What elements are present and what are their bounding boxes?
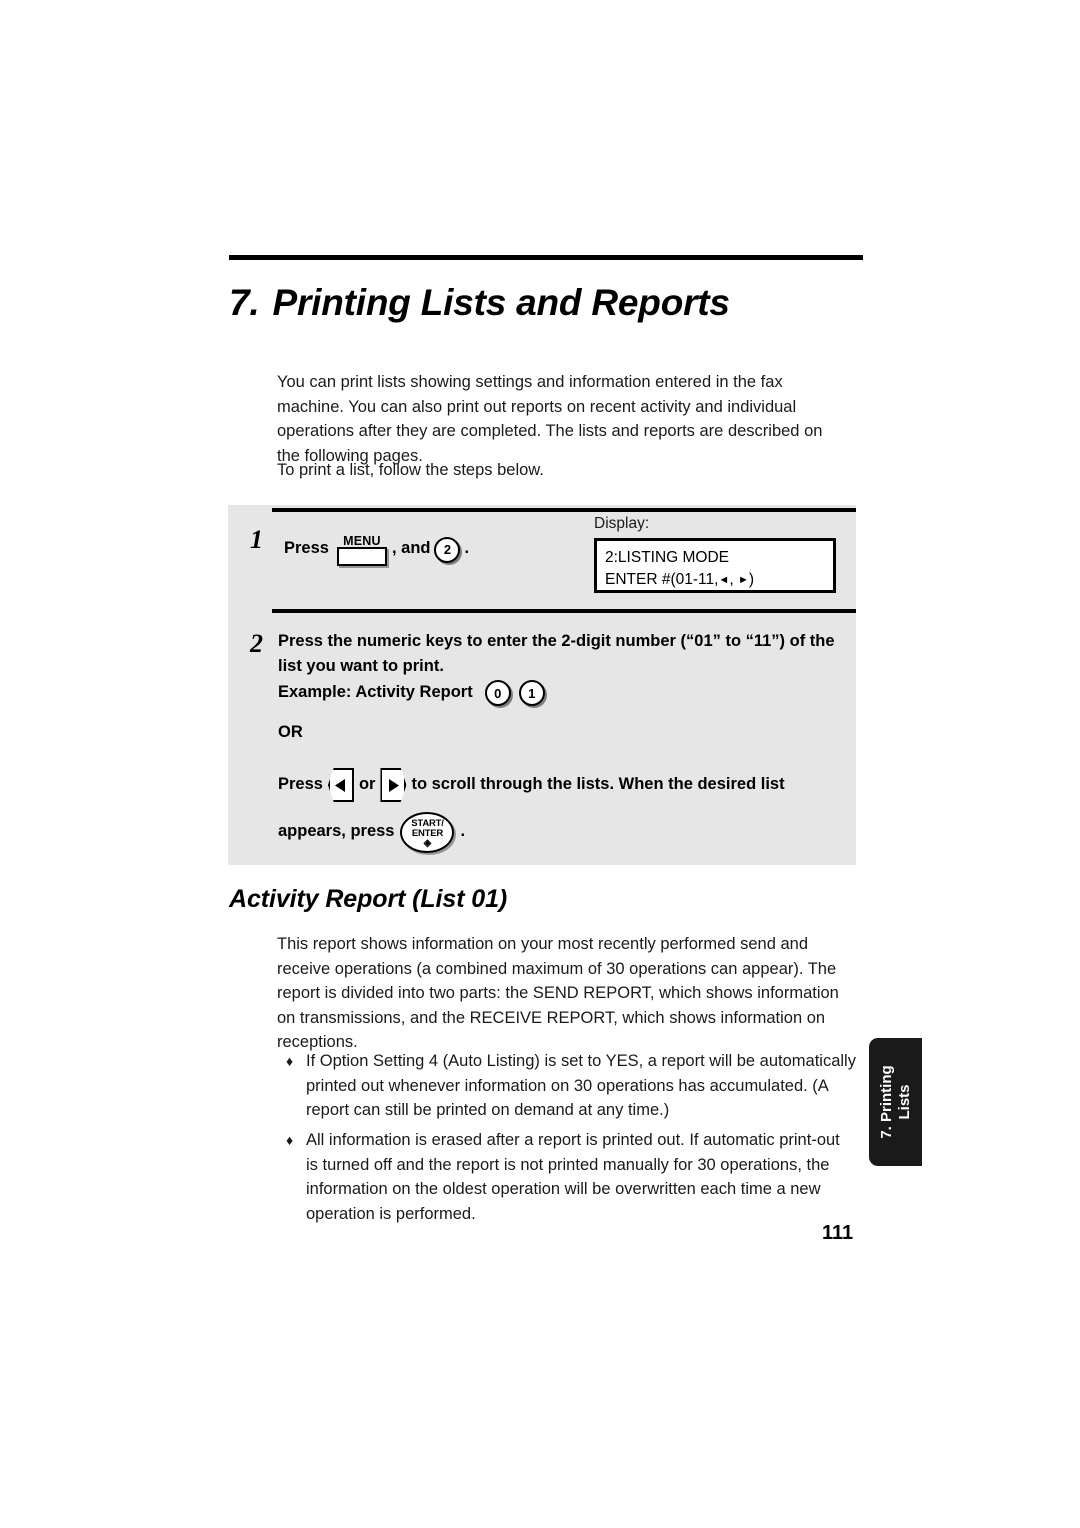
start-enter-key-icon[interactable]: START/ ENTER ◈ [400, 812, 455, 853]
step-2-or-label: OR [278, 723, 303, 741]
step-2-example-label: Example: Activity Report [278, 682, 473, 701]
step-1-instruction: Press MENU , and 2 . [284, 533, 614, 566]
start-diamond-icon: ◈ [423, 837, 432, 849]
display-line-1: 2:LISTING MODE [605, 549, 730, 566]
start-enter-key-line-1: START/ [411, 817, 444, 829]
chapter-side-tab: 7. Printing Lists [869, 1038, 922, 1166]
page-title: 7. Printing Lists and Reports [229, 282, 730, 324]
intro-paragraph-2: To print a list, follow the steps below. [277, 461, 544, 479]
start-enter-key-line-2: ENTER [411, 827, 444, 839]
chapter-side-tab-text: 7. Printing Lists [878, 1065, 914, 1138]
left-arrow-key-icon[interactable] [327, 768, 354, 802]
section-paragraph: This report shows information on your mo… [277, 935, 839, 1052]
step-2-appears-label: appears, press [278, 822, 395, 840]
step-2-instruction: Press the numeric keys to enter the 2-di… [278, 632, 835, 675]
step-2-scroll-label: to scroll through the lists. When the de… [411, 774, 785, 793]
display-line-2-prefix: ENTER #(01-11, [605, 571, 719, 588]
procedure-box: 1 Press MENU , and 2 . Display: 2:LISTIN… [228, 505, 856, 865]
step-2-enter-row: appears, press START/ ENTER ◈ . [278, 811, 466, 853]
display-line-2: ENTER #(01-11,◄, ►) [605, 569, 825, 591]
list-item: ♦ If Option Setting 4 (Auto Listing) is … [286, 1049, 856, 1123]
manual-page: 7. Printing Lists and Reports You can pri… [0, 0, 1080, 1528]
numeric-key-1-icon[interactable]: 1 [518, 680, 545, 706]
step-2-press-label: Press [278, 774, 323, 793]
diamond-bullet-icon: ♦ [286, 1132, 294, 1148]
step-1-period: . [464, 539, 470, 557]
page-number: 111 [822, 1222, 854, 1244]
intro-paragraph-1: You can print lists showing settings and… [277, 373, 823, 465]
step-2-scroll-row: Press or to scroll through the lists. Wh… [278, 767, 838, 802]
step-2-example-row: Example: Activity Report 0 1 [278, 679, 549, 706]
lcd-display-panel: 2:LISTING MODE ENTER #(01-11,◄, ►) [594, 538, 836, 593]
menu-key-icon[interactable]: MENU [336, 534, 387, 566]
chapter-title-text: Printing Lists and Reports [272, 282, 730, 323]
title-divider-rule [229, 255, 863, 260]
diamond-bullet-icon: ♦ [286, 1053, 294, 1069]
step-1-number: 1 [250, 525, 263, 554]
numeric-key-0-icon[interactable]: 0 [484, 680, 511, 706]
bullet-text-2: All information is erased after a report… [306, 1131, 840, 1223]
procedure-top-rule [272, 508, 856, 512]
menu-key-label: MENU [343, 534, 381, 548]
step-2-enter-period: . [460, 822, 466, 840]
chapter-number: 7. [229, 282, 260, 323]
numeric-key-2-icon[interactable]: 2 [434, 536, 461, 563]
list-item: ♦ All information is erased after a repo… [286, 1128, 856, 1226]
display-group: Display: 2:LISTING MODE ENTER #(01-11,◄,… [594, 515, 836, 593]
bullet-text-1: If Option Setting 4 (Auto Listing) is se… [306, 1052, 856, 1120]
step-1-and-label: , and [391, 539, 431, 557]
step-2-or-between-label: or [358, 774, 376, 793]
menu-key-body [336, 547, 387, 566]
left-triangle-icon: ◄ [718, 574, 730, 586]
procedure-middle-rule [272, 609, 856, 613]
display-line-2-suffix: ) [748, 571, 754, 588]
display-line-2-comma: , [729, 571, 734, 588]
right-triangle-icon: ► [737, 574, 749, 586]
right-arrow-key-icon[interactable] [380, 768, 407, 802]
side-tab-line-1: 7. Printing [877, 1065, 895, 1139]
side-tab-line-2: Lists [895, 1084, 913, 1120]
step-1-press-label: Press [284, 539, 329, 557]
display-label: Display: [594, 515, 650, 532]
section-heading: Activity Report (List 01) [229, 885, 508, 913]
step-2-number: 2 [250, 629, 263, 658]
